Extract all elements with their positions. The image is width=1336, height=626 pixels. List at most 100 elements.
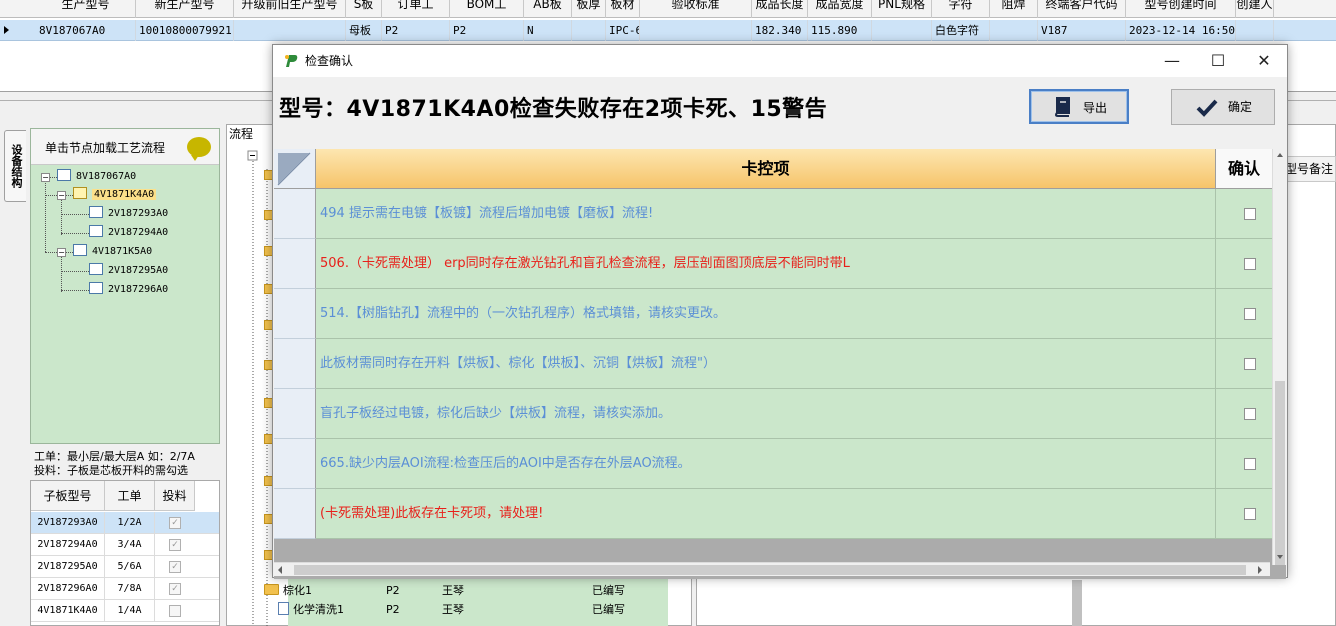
table-row[interactable]: 494 提示需在电镀【板镀】流程后增加电镀【磨板】流程!	[274, 189, 1272, 239]
flow-step-row[interactable]: 化学清洗1 P2 王琴 已编写	[266, 601, 666, 619]
scroll-right-icon[interactable]	[1258, 566, 1262, 574]
row-header[interactable]	[274, 489, 316, 539]
row-header[interactable]	[274, 439, 316, 489]
tab-equipment-structure[interactable]: 设备结构	[4, 130, 26, 202]
sub-table-header[interactable]: 工单	[105, 481, 155, 511]
column-header[interactable]: AB板	[524, 0, 572, 18]
column-header[interactable]: 终端客户代码	[1038, 0, 1126, 18]
column-header[interactable]: 新生产型号	[136, 0, 234, 18]
close-button[interactable]: ✕	[1241, 45, 1287, 77]
grid-cell: N	[524, 20, 572, 41]
grid-select-all-corner[interactable]	[274, 149, 316, 189]
table-row[interactable]: 2V187294A0 3/4A ✓	[31, 534, 219, 556]
scroll-left-icon[interactable]	[278, 566, 282, 574]
work-order[interactable]: 5/6A	[105, 556, 155, 578]
sub-table-header[interactable]: 投料	[155, 481, 195, 511]
confirm-checkbox[interactable]	[1244, 308, 1256, 320]
column-header[interactable]: 生产型号	[36, 0, 136, 18]
grid-cell: P2	[450, 20, 524, 41]
feed-checkbox[interactable]	[169, 605, 181, 617]
tree-node[interactable]: 2V187293A0	[89, 206, 168, 222]
tree-connector	[61, 195, 62, 235]
feed-checkbox[interactable]: ✓	[169, 561, 181, 573]
tree-node[interactable]: 4V1871K5A0	[73, 244, 152, 260]
scroll-thumb[interactable]	[1275, 381, 1285, 565]
work-order[interactable]: 7/8A	[105, 578, 155, 600]
work-order[interactable]: 3/4A	[105, 534, 155, 556]
collapse-toggle-icon[interactable]: −	[57, 191, 66, 200]
work-order[interactable]: 1/4A	[105, 600, 155, 622]
tree-node[interactable]: 2V187296A0	[89, 282, 168, 298]
feed-checkbox[interactable]: ✓	[169, 583, 181, 595]
column-header[interactable]: 订单工	[382, 0, 450, 18]
tab-model-remark[interactable]: 型号备注	[1280, 156, 1336, 182]
feed-checkbox[interactable]: ✓	[169, 539, 181, 551]
node-icon	[89, 282, 103, 294]
node-icon	[57, 169, 71, 181]
chat-bubble-icon[interactable]	[187, 137, 211, 161]
confirm-cell	[1216, 239, 1272, 289]
column-header[interactable]: 验收标准	[640, 0, 752, 18]
confirm-checkbox[interactable]	[1244, 508, 1256, 520]
column-header[interactable]: 创建人	[1236, 0, 1274, 18]
table-row[interactable]: 506.（卡死需处理） erp同时存在激光钻孔和盲孔检查流程，层压剖面图顶底层不…	[274, 239, 1272, 289]
flow-step-row[interactable]: 棕化1 P2 王琴 已编写	[264, 582, 664, 600]
column-header-confirm[interactable]: 确认	[1216, 149, 1272, 189]
column-header[interactable]: 成品宽度	[808, 0, 872, 18]
minimize-button[interactable]: —	[1149, 45, 1195, 77]
confirm-checkbox[interactable]	[1244, 458, 1256, 470]
column-header[interactable]: 板材	[606, 0, 640, 18]
table-row[interactable]: 2V187293A0 1/2A ✓	[31, 512, 219, 534]
app-logo-icon	[285, 55, 298, 67]
confirm-checkbox[interactable]	[1244, 358, 1256, 370]
collapse-toggle-icon[interactable]: −	[57, 248, 66, 257]
horizontal-scrollbar[interactable]	[274, 562, 1270, 576]
confirm-cell	[1216, 289, 1272, 339]
column-header[interactable]: BOM工	[450, 0, 524, 18]
splitter[interactable]	[1072, 580, 1082, 626]
scroll-down-icon[interactable]	[1277, 555, 1283, 559]
column-header-item[interactable]: 卡控项	[316, 149, 1216, 189]
table-row[interactable]: 4V1871K4A0 1/4A	[31, 600, 219, 622]
table-row[interactable]: 2V187295A0 5/6A ✓	[31, 556, 219, 578]
row-header[interactable]	[274, 189, 316, 239]
confirm-checkbox[interactable]	[1244, 408, 1256, 420]
confirm-checkbox[interactable]	[1244, 258, 1256, 270]
table-row[interactable]: 此板材需同时存在开料【烘板】、棕化【烘板】、沉铜【烘板】流程"）	[274, 339, 1272, 389]
feed-checkbox[interactable]: ✓	[169, 517, 181, 529]
row-header[interactable]	[274, 339, 316, 389]
table-row[interactable]: 2V187296A0 7/8A ✓	[31, 578, 219, 600]
column-header[interactable]: 升级前旧生产型号	[234, 0, 346, 18]
sub-table-header[interactable]: 子板型号	[31, 481, 105, 511]
work-order[interactable]: 1/2A	[105, 512, 155, 534]
row-header[interactable]	[274, 389, 316, 439]
table-row[interactable]: 665.缺少内层AOI流程:检查压后的AOI中是否存在外层AO流程。	[274, 439, 1272, 489]
column-header[interactable]: 字符	[932, 0, 990, 18]
tree-node[interactable]: 2V187294A0	[89, 225, 168, 241]
tree-node[interactable]: 4V1871K4A0	[73, 187, 157, 203]
row-header[interactable]	[274, 289, 316, 339]
model-grid-row[interactable]: 8V187067A010010800079921母板P2P2NIPC-6018 …	[0, 20, 1336, 41]
column-header[interactable]: 板厚	[572, 0, 606, 18]
column-header[interactable]: PNL规格	[872, 0, 932, 18]
vertical-scrollbar[interactable]	[1272, 149, 1286, 565]
table-row[interactable]: (卡死需处理)此板存在卡死项，请处理!	[274, 489, 1272, 539]
collapse-toggle-icon[interactable]: −	[41, 173, 50, 182]
scroll-up-icon[interactable]	[1277, 153, 1283, 157]
table-row[interactable]: 盲孔子板经过电镀，棕化后缺少【烘板】流程，请核实添加。	[274, 389, 1272, 439]
column-header[interactable]: 型号创建时间	[1126, 0, 1236, 18]
dialog-titlebar[interactable]: 检查确认 — ☐ ✕	[273, 45, 1287, 77]
column-header[interactable]: S板	[346, 0, 382, 18]
grid-cell	[990, 20, 1038, 41]
column-header[interactable]: 成品长度	[752, 0, 808, 18]
table-row[interactable]: 514.【树脂钻孔】流程中的（一次钻孔程序）格式填错，请核实更改。	[274, 289, 1272, 339]
row-header[interactable]	[274, 239, 316, 289]
maximize-button[interactable]: ☐	[1195, 45, 1241, 77]
tree-node[interactable]: 8V187067A0	[57, 169, 136, 185]
tree-node[interactable]: 2V187295A0	[89, 263, 168, 279]
column-header[interactable]: 阻焊	[990, 0, 1038, 18]
confirm-button[interactable]: 确定	[1171, 89, 1275, 125]
confirm-checkbox[interactable]	[1244, 208, 1256, 220]
export-button[interactable]: 导出	[1029, 89, 1129, 124]
h-scroll-thumb[interactable]	[294, 565, 1246, 575]
